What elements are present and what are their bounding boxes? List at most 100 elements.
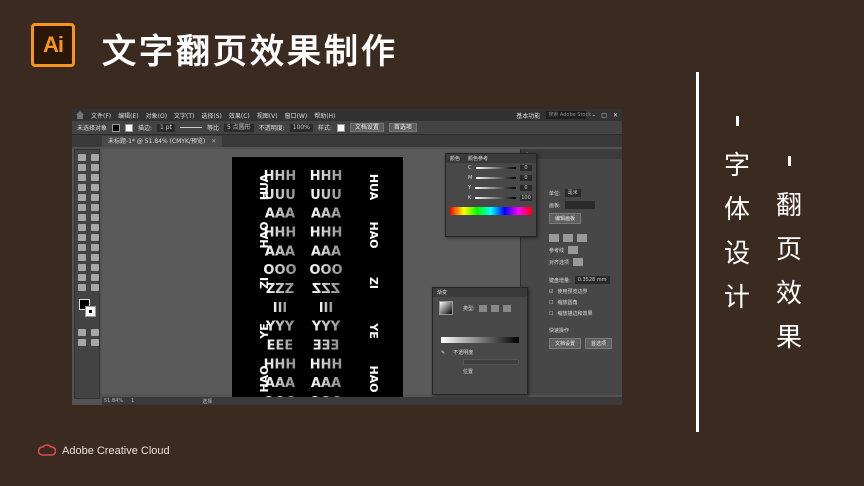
opacity-field[interactable]: 100%	[289, 123, 313, 132]
menu-help[interactable]: 帮助(H)	[314, 111, 335, 120]
stroke-weight-field[interactable]: 1 pt	[157, 123, 175, 132]
tab-color-guide[interactable]: 颜色参考	[468, 155, 488, 162]
color-mode-icon[interactable]	[78, 329, 86, 336]
snap-icon[interactable]	[573, 258, 584, 266]
edit-artboard-button[interactable]: 编辑画板	[549, 213, 582, 224]
menu-edit[interactable]: 编辑(E)	[118, 111, 138, 120]
color-spectrum[interactable]	[450, 207, 532, 215]
channel-k-slider[interactable]	[475, 197, 516, 199]
fill-stroke-widget[interactable]	[78, 299, 96, 321]
freeform-gradient-icon[interactable]	[502, 304, 511, 312]
radial-gradient-icon[interactable]	[490, 304, 499, 312]
shaper-tool-icon[interactable]	[78, 204, 86, 211]
selection-tool-icon[interactable]	[78, 154, 86, 161]
channel-c-value[interactable]: 0	[520, 165, 532, 171]
channel-c-slider[interactable]	[475, 167, 516, 169]
rectangle-tool-icon[interactable]	[78, 194, 86, 201]
quick-actions-buttons: 文档设置 首选项	[545, 336, 622, 351]
blend-tool-icon[interactable]	[91, 254, 99, 261]
direct-selection-tool-icon[interactable]	[91, 154, 99, 161]
line-tool-icon[interactable]	[91, 184, 99, 191]
guides-icon[interactable]	[568, 246, 579, 254]
channel-k-value[interactable]: 100	[520, 195, 532, 201]
menu-window[interactable]: 窗口(W)	[285, 111, 308, 120]
lasso-tool-icon[interactable]	[91, 164, 99, 171]
mesh-tool-icon[interactable]	[78, 244, 86, 251]
artboard-select[interactable]	[564, 201, 595, 209]
gradient-tool-icon[interactable]	[91, 244, 99, 251]
scale-strokes-checkbox[interactable]: ☐	[549, 311, 553, 317]
shape-builder-tool-icon[interactable]	[78, 234, 86, 241]
artwork: HHH HHHUUU UUUAAA AAAHHH HHHAAA AAAOOO OOOZZZ Z…	[258, 169, 380, 402]
channel-y-slider[interactable]	[475, 187, 516, 189]
eraser-tool-icon[interactable]	[91, 204, 99, 211]
brush-field[interactable]: 5 点圆形	[223, 123, 254, 132]
gradient-slider[interactable]	[441, 337, 519, 343]
keyboard-increment-field[interactable]: 0.3528 mm	[574, 276, 610, 284]
menu-type[interactable]: 文字(T)	[174, 111, 194, 120]
maximize-icon[interactable]: □	[601, 112, 607, 119]
workspace-switcher[interactable]: 基本功能	[516, 111, 540, 120]
zoom-tool-icon[interactable]	[91, 284, 99, 291]
status-mode: 选择	[202, 398, 213, 405]
stroke-swatch[interactable]	[125, 123, 134, 132]
menu-view[interactable]: 视图(V)	[257, 111, 278, 120]
home-icon[interactable]	[76, 111, 84, 119]
align-icon[interactable]	[563, 234, 573, 242]
free-transform-tool-icon[interactable]	[91, 224, 99, 231]
zoom-level[interactable]: 51.84%	[104, 398, 123, 404]
menu-effect[interactable]: 效果(C)	[229, 111, 250, 120]
unit-select[interactable]: 毫米	[564, 189, 581, 197]
channel-m-slider[interactable]	[476, 177, 516, 179]
channel-y-value[interactable]: 0	[520, 185, 532, 191]
props-preferences-button[interactable]: 首选项	[585, 338, 613, 349]
linear-gradient-icon[interactable]	[478, 304, 487, 312]
scale-tool-icon[interactable]	[91, 214, 99, 221]
style-swatch[interactable]	[336, 123, 345, 132]
close-icon[interactable]: ✕	[613, 112, 618, 119]
document-setup-button[interactable]: 文档设置	[349, 123, 384, 132]
artboard-navigator[interactable]: 1	[131, 398, 134, 404]
stroke-profile[interactable]: 等比	[207, 123, 219, 132]
hand-tool-icon[interactable]	[78, 284, 86, 291]
draw-mode-icon[interactable]	[78, 339, 86, 346]
stock-search-input[interactable]: 搜索 Adobe Stock	[546, 111, 591, 119]
stroke-box[interactable]	[85, 306, 96, 317]
type-tool-icon[interactable]	[78, 184, 86, 191]
tab-color[interactable]: 颜色	[450, 155, 460, 162]
column-graph-tool-icon[interactable]	[91, 264, 99, 271]
stroke-profile-line[interactable]	[179, 127, 202, 128]
gradient-opacity-field[interactable]	[463, 359, 519, 365]
artboard[interactable]: HHH HHH UUU UUU AAA AAA HHH HHH AAA AAA OOO OOO ZZZ Z…	[232, 157, 403, 402]
paintbrush-tool-icon[interactable]	[91, 194, 99, 201]
pen-tool-icon[interactable]	[78, 174, 86, 181]
width-tool-icon[interactable]	[78, 224, 86, 231]
rotate-tool-icon[interactable]	[78, 214, 86, 221]
screen-mode-icon[interactable]	[91, 339, 99, 346]
curvature-tool-icon[interactable]	[91, 174, 99, 181]
art-letter-row: YYY	[311, 320, 341, 335]
eyedropper-tool-icon[interactable]	[78, 254, 86, 261]
minimize-icon[interactable]: –	[592, 112, 595, 119]
menu-object[interactable]: 对象(O)	[146, 111, 167, 120]
align-icon[interactable]	[549, 234, 559, 242]
gradient-mode-icon[interactable]	[91, 329, 99, 336]
symbol-sprayer-tool-icon[interactable]	[78, 264, 86, 271]
artboard-tool-icon[interactable]	[78, 274, 86, 281]
document-tab[interactable]: 未标题-1* @ 51.84% (CMYK/预览) ✕	[102, 136, 223, 147]
preview-bounds-checkbox[interactable]: ☑	[549, 289, 553, 295]
channel-m-value[interactable]: 0	[520, 175, 532, 181]
gradient-thumbnail[interactable]	[439, 301, 453, 315]
props-document-setup-button[interactable]: 文档设置	[549, 338, 582, 349]
eyedropper-icon[interactable]: ✎	[441, 350, 445, 356]
tab-close-icon[interactable]: ✕	[211, 138, 216, 145]
align-icon[interactable]	[577, 234, 587, 242]
slice-tool-icon[interactable]	[91, 274, 99, 281]
scale-corners-checkbox[interactable]: ☐	[549, 300, 553, 306]
menu-file[interactable]: 文件(F)	[91, 111, 111, 120]
preferences-button[interactable]: 首选项	[388, 123, 417, 132]
menu-select[interactable]: 选择(S)	[201, 111, 222, 120]
fill-swatch[interactable]	[112, 123, 121, 132]
magic-wand-tool-icon[interactable]	[78, 164, 86, 171]
perspective-grid-tool-icon[interactable]	[91, 234, 99, 241]
